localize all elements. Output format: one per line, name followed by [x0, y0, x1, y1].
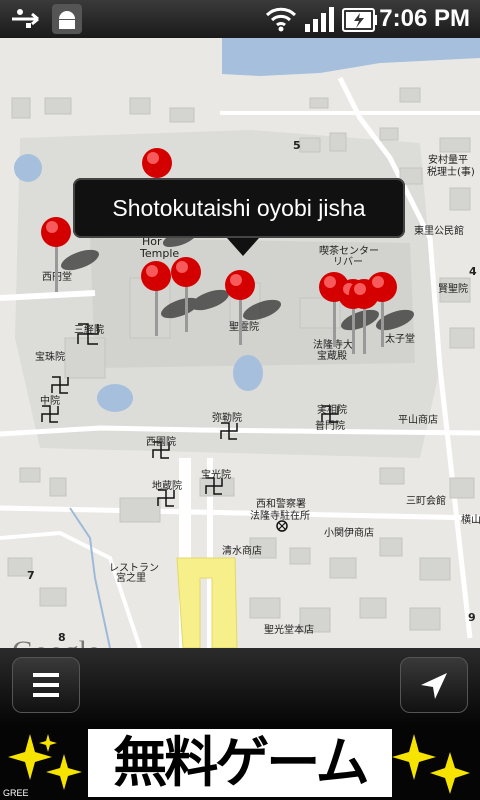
- ad-brand: GREE: [3, 788, 29, 798]
- map-view[interactable]: 5 4 7 8 9 安村量平 税理士(事) 東里公民館 賢聖院 喫茶センター リ…: [0, 38, 480, 648]
- wifi-icon: [265, 6, 297, 36]
- map-label: 三経院: [74, 325, 104, 336]
- map-label: 税理士(事): [427, 167, 475, 178]
- map-label: 宝珠院: [35, 352, 65, 363]
- road-number: 4: [469, 265, 477, 278]
- google-attribution: Google: [12, 635, 100, 648]
- map-label: 喫茶センター: [319, 246, 379, 257]
- status-time: 7:06 PM: [379, 5, 470, 32]
- map-label: 聖光堂本店: [264, 625, 314, 636]
- map-pin[interactable]: [170, 256, 204, 336]
- road-number: 7: [27, 569, 35, 582]
- my-location-button[interactable]: [400, 657, 468, 713]
- ad-text: 無料ゲーム: [88, 729, 392, 797]
- map-label: 実相院: [317, 405, 347, 416]
- map-label: 宝光院: [201, 470, 231, 481]
- map-label: 東里公民館: [414, 226, 464, 237]
- map-label: 安村量平: [428, 155, 468, 166]
- map-label: 西園院: [146, 437, 176, 448]
- signal-icon: [304, 6, 336, 36]
- android-debug-icon: [52, 4, 82, 38]
- map-label: 西和警察署: [256, 499, 306, 510]
- pin-callout[interactable]: Shotokutaishi oyobi jisha: [73, 178, 405, 256]
- navigation-arrow-icon: [419, 671, 449, 705]
- status-bar: 7:06 PM: [0, 0, 480, 38]
- usb-icon: [10, 8, 44, 34]
- map-label: 横山: [461, 515, 480, 526]
- map-label: 賢聖院: [438, 284, 468, 295]
- battery-charging-icon: [342, 6, 378, 38]
- map-label: 普門院: [315, 421, 345, 432]
- map-pin[interactable]: [40, 216, 74, 296]
- map-label: 小関伊商店: [324, 528, 374, 539]
- list-menu-icon: [33, 672, 59, 702]
- sparkle-icon: [392, 730, 472, 800]
- map-pin[interactable]: [140, 260, 174, 340]
- menu-button[interactable]: [12, 657, 80, 713]
- map-label: 弥勒院: [212, 413, 242, 424]
- map-label: 中院: [40, 396, 60, 407]
- map-pin[interactable]: [224, 269, 258, 349]
- map-label: 法隆寺駐在所: [250, 511, 310, 522]
- map-label: 平山商店: [398, 415, 438, 426]
- road-number: 9: [468, 611, 476, 624]
- map-label: 三町会館: [406, 496, 446, 507]
- map-label: 清水商店: [222, 546, 262, 557]
- map-label: 宮之里: [116, 573, 146, 584]
- bottom-toolbar: [0, 648, 480, 726]
- road-number: 5: [293, 139, 301, 152]
- map-label: 地蔵院: [152, 481, 182, 492]
- map-label: リバー: [333, 257, 363, 268]
- map-pin[interactable]: [366, 271, 400, 351]
- ad-banner[interactable]: 無料ゲーム GREE: [0, 726, 480, 800]
